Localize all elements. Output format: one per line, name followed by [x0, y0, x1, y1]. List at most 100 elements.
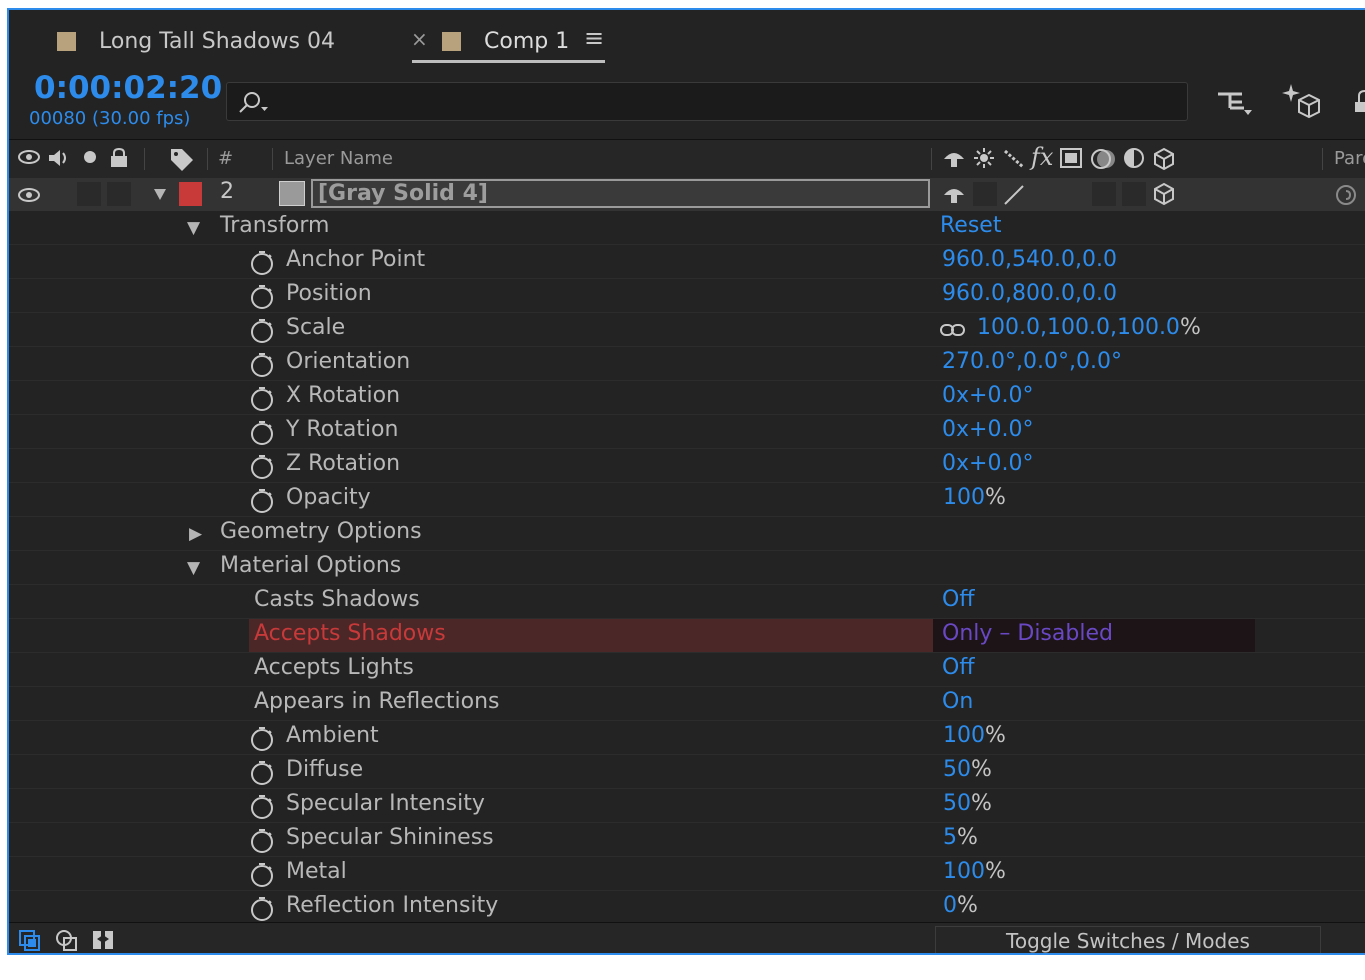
property-row[interactable]: Diffuse 50% [9, 755, 1365, 789]
property-row[interactable]: Accepts Lights Off [9, 653, 1365, 687]
collapse-switch[interactable] [973, 182, 997, 206]
tab-long-tall-shadows[interactable]: Long Tall Shadows 04 [57, 24, 335, 58]
property-row-selected[interactable]: Accepts Shadows Only – Disabled [9, 619, 1365, 653]
property-row[interactable]: Orientation 270.0°,0.0°,0.0° [9, 347, 1365, 381]
stopwatch-icon[interactable] [249, 828, 275, 854]
property-row[interactable]: Reflection Intensity 0% [9, 891, 1365, 925]
effects-column-header[interactable]: fx [1031, 143, 1053, 171]
adjustment-switch[interactable] [1122, 182, 1146, 206]
property-value[interactable]: 960.0,540.0,0.0 [942, 247, 1117, 272]
stopwatch-icon[interactable] [249, 454, 275, 480]
property-row[interactable]: Specular Shininess 5% [9, 823, 1365, 857]
layer-row[interactable]: 2 [Gray Solid 4] [9, 178, 1365, 211]
property-value[interactable]: 270.0°,0.0°,0.0° [942, 349, 1122, 374]
property-row[interactable]: Specular Intensity 50% [9, 789, 1365, 823]
reset-link[interactable]: Reset [940, 213, 1001, 238]
parent-column-header[interactable]: Pare [1334, 148, 1365, 169]
shy-icon[interactable] [942, 147, 966, 169]
3d-layer-icon[interactable] [1152, 182, 1176, 206]
property-value[interactable]: 100% [943, 485, 1006, 510]
property-row[interactable]: Metal 100% [9, 857, 1365, 891]
stopwatch-icon[interactable] [249, 386, 275, 412]
lock-icon[interactable] [1349, 82, 1365, 118]
shy-icon[interactable] [942, 183, 966, 205]
layer-switches-pane-icon[interactable] [18, 929, 44, 953]
twirl-right-icon[interactable]: ▶ [189, 524, 202, 544]
stopwatch-icon[interactable] [249, 420, 275, 446]
property-row[interactable]: X Rotation 0x+0.0° [9, 381, 1365, 415]
property-value[interactable]: Off [942, 655, 974, 680]
property-row[interactable]: Anchor Point 960.0,540.0,0.0 [9, 245, 1365, 279]
number-column-header[interactable]: # [218, 148, 233, 169]
stopwatch-icon[interactable] [249, 896, 275, 922]
property-row[interactable]: Casts Shadows Off [9, 585, 1365, 619]
property-value[interactable]: 0x+0.0° [942, 417, 1033, 442]
stopwatch-icon[interactable] [249, 760, 275, 786]
in-out-duration-pane-icon[interactable] [91, 927, 115, 953]
layer-name-field[interactable]: [Gray Solid 4] [311, 179, 930, 208]
property-value[interactable]: 5% [943, 825, 978, 850]
panel-menu-icon[interactable]: ≡ [584, 24, 604, 52]
stopwatch-icon[interactable] [249, 862, 275, 888]
geometry-options-group[interactable]: ▶ Geometry Options [9, 517, 1365, 551]
property-value[interactable]: On [942, 689, 973, 714]
twirl-down-icon[interactable]: ▼ [187, 218, 200, 238]
audio-icon[interactable] [47, 147, 71, 169]
tab-close-icon[interactable]: × [411, 27, 428, 51]
label-tag-icon[interactable] [169, 147, 195, 171]
stopwatch-icon[interactable] [249, 284, 275, 310]
stopwatch-icon[interactable] [249, 488, 275, 514]
transform-group[interactable]: ▼ Transform Reset [9, 211, 1365, 245]
property-value[interactable]: Only – Disabled [942, 621, 1113, 646]
label-color-swatch[interactable] [179, 182, 202, 206]
property-value[interactable]: 100% [943, 723, 1006, 748]
quality-draft-icon[interactable] [1002, 183, 1026, 207]
lock-switch[interactable] [107, 182, 131, 206]
property-value[interactable]: 0x+0.0° [942, 451, 1033, 476]
solo-switch[interactable] [77, 182, 101, 206]
layer-name-column-header[interactable]: Layer Name [284, 148, 393, 169]
draft-3d-icon[interactable] [1214, 82, 1254, 118]
twirl-down-icon[interactable]: ▼ [187, 558, 200, 578]
eye-icon[interactable] [18, 147, 40, 167]
property-value[interactable]: 100% [943, 859, 1006, 884]
transfer-controls-pane-icon[interactable] [55, 929, 81, 953]
twirl-down-icon[interactable] [152, 186, 168, 202]
motion-blur-switch[interactable] [1092, 182, 1116, 206]
eye-icon[interactable] [18, 185, 40, 205]
collapse-transformations-icon[interactable] [973, 147, 995, 169]
property-value[interactable]: 100.0,100.0,100.0% [977, 315, 1201, 340]
stopwatch-icon[interactable] [249, 352, 275, 378]
parent-pickwhip-icon[interactable] [1334, 183, 1358, 207]
search-input[interactable] [226, 82, 1188, 121]
property-value[interactable]: 50% [943, 757, 992, 782]
material-options-group[interactable]: ▼ Material Options [9, 551, 1365, 585]
property-value[interactable]: 960.0,800.0,0.0 [942, 281, 1117, 306]
stopwatch-icon[interactable] [249, 318, 275, 344]
property-row[interactable]: Position 960.0,800.0,0.0 [9, 279, 1365, 313]
current-time-display[interactable]: 0:00:02:20 [34, 70, 222, 106]
constrain-proportions-link-icon[interactable] [939, 321, 967, 339]
property-value[interactable]: 50% [943, 791, 992, 816]
motion-blur-icon[interactable] [1090, 147, 1118, 171]
property-row[interactable]: Ambient 100% [9, 721, 1365, 755]
property-row[interactable]: Scale 100.0,100.0,100.0% [9, 313, 1365, 347]
solo-icon[interactable] [81, 147, 99, 167]
property-value[interactable]: Off [942, 587, 974, 612]
tab-comp-1[interactable]: Comp 1 [442, 24, 569, 58]
property-row[interactable]: Y Rotation 0x+0.0° [9, 415, 1365, 449]
property-value[interactable]: 0x+0.0° [942, 383, 1033, 408]
3d-light-icon[interactable] [1281, 82, 1321, 120]
stopwatch-icon[interactable] [249, 726, 275, 752]
quality-icon[interactable] [1003, 147, 1025, 169]
frame-blending-icon[interactable] [1059, 147, 1083, 169]
stopwatch-icon[interactable] [249, 250, 275, 276]
property-row[interactable]: Appears in Reflections On [9, 687, 1365, 721]
property-row[interactable]: Opacity 100% [9, 483, 1365, 517]
stopwatch-icon[interactable] [249, 794, 275, 820]
adjustment-layer-icon[interactable] [1123, 147, 1145, 169]
3d-layer-icon[interactable] [1152, 147, 1176, 171]
property-row[interactable]: Z Rotation 0x+0.0° [9, 449, 1365, 483]
property-value[interactable]: 0% [943, 893, 978, 918]
toggle-switches-modes-button[interactable]: Toggle Switches / Modes [935, 926, 1321, 953]
